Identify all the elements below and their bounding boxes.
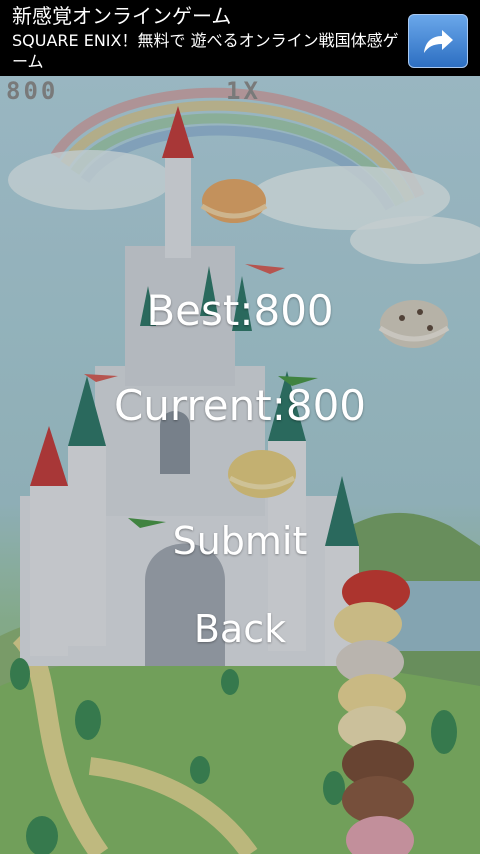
results-overlay xyxy=(0,76,480,854)
ad-title[interactable]: 新感覚オンラインゲーム xyxy=(12,4,231,28)
best-score-label: Best:800 xyxy=(146,286,334,335)
ad-share-button[interactable] xyxy=(408,14,468,68)
back-button[interactable]: Back xyxy=(0,607,480,651)
current-score-label: Current:800 xyxy=(113,381,367,430)
ad-text[interactable]: SQUARE ENIX！無料で 遊べるオンライン戦国体感ゲーム xyxy=(12,30,402,72)
ad-banner[interactable]: 新感覚オンラインゲーム SQUARE ENIX！無料で 遊べるオンライン戦国体感… xyxy=(0,0,480,76)
submit-button[interactable]: Submit xyxy=(0,519,480,563)
share-arrow-icon xyxy=(424,30,453,53)
